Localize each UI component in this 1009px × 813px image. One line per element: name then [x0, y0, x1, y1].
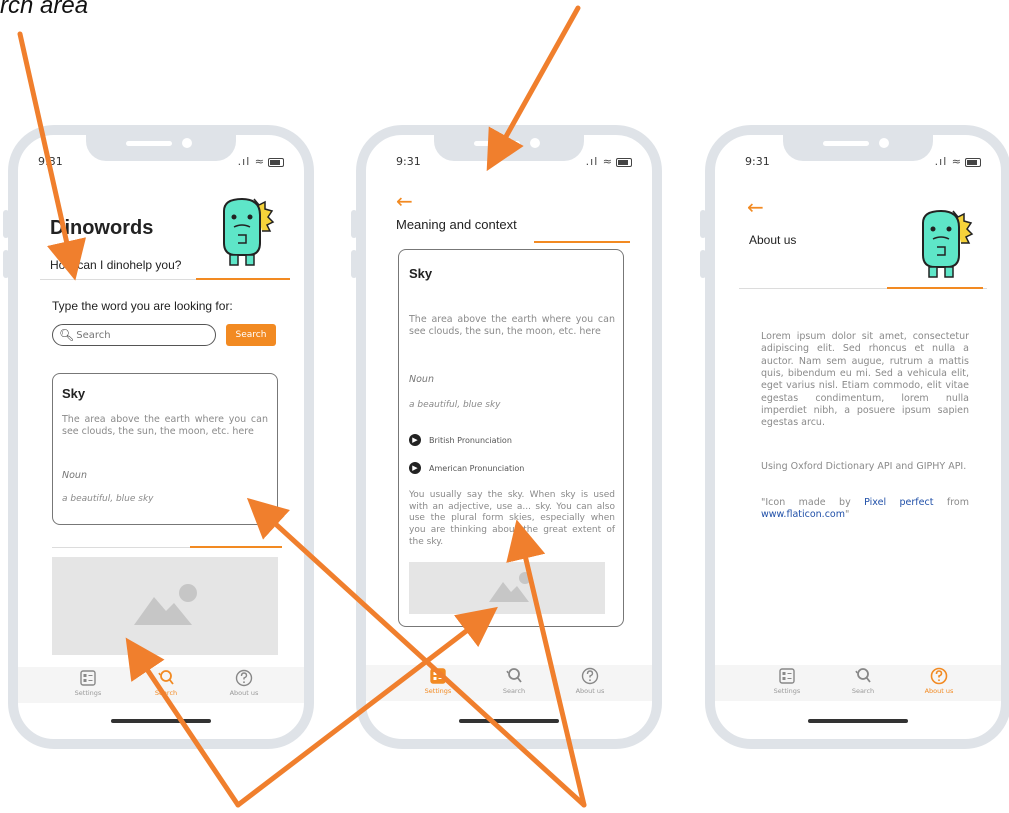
american-pronunciation-label: American Pronunciation: [429, 463, 525, 473]
usage-example: a beautiful, blue sky: [62, 494, 154, 504]
tab-settings-label: Settings: [74, 689, 102, 697]
british-pronunciation-label: British Pronunciation: [429, 435, 512, 445]
screen-title: About us: [749, 233, 797, 247]
tab-about-label: About us: [924, 687, 954, 695]
tab-search-label: Search: [851, 687, 875, 695]
british-pronunciation-button[interactable]: ▶ British Pronunciation: [409, 434, 512, 446]
status-time: 9:31: [745, 155, 770, 168]
word-definition: The area above the earth where you can s…: [409, 314, 615, 338]
word-title: Sky: [409, 266, 433, 281]
header-divider-accent: [534, 241, 630, 243]
bottom-tab-bar: Settings Search About us: [18, 667, 304, 703]
credit-suffix: ": [845, 509, 850, 521]
dino-mascot-icon: [922, 209, 974, 278]
part-of-speech: Noun: [62, 470, 87, 481]
tab-about-label: About us: [575, 687, 605, 695]
phone-notch: [434, 135, 584, 161]
home-indicator: [808, 719, 908, 723]
battery-icon: [268, 157, 284, 167]
app-title: Dinowords: [50, 217, 154, 239]
header-divider-accent: [887, 287, 983, 289]
tab-settings-label: Settings: [773, 687, 801, 695]
screen-title: Meaning and context: [396, 217, 517, 232]
search-tab-icon: [158, 670, 174, 685]
credit-prefix: "Icon made by: [761, 497, 865, 508]
phone-meaning-screen: 9:31 .ıl ≈ ← Meaning and context Sky The…: [356, 125, 662, 749]
tab-about-us[interactable]: About us: [214, 669, 274, 697]
settings-icon: [80, 670, 96, 686]
tab-about-us[interactable]: About us: [560, 667, 620, 695]
help-icon: [930, 667, 948, 685]
usage-context: You usually say the sky. When sky is use…: [409, 490, 615, 547]
search-input[interactable]: [76, 329, 207, 341]
help-icon: [235, 669, 253, 687]
tab-search[interactable]: Search: [833, 667, 893, 695]
image-placeholder-icon: [134, 584, 197, 625]
search-tab-icon: [506, 668, 522, 683]
battery-icon: [965, 157, 981, 167]
gif-image-placeholder: [409, 562, 605, 614]
usage-example: a beautiful, blue sky: [409, 400, 501, 410]
image-placeholder-icon: [489, 572, 531, 602]
tab-about-label: About us: [229, 689, 259, 697]
status-icons: .ıl ≈: [238, 155, 284, 168]
word-card[interactable]: Sky The area above the earth where you c…: [52, 373, 278, 525]
api-credits: Using Oxford Dictionary API and GIPHY AP…: [761, 461, 967, 472]
phone-search-screen: 9:31 .ıl ≈ Dinowords How can I dinohelp …: [8, 125, 314, 749]
search-button[interactable]: Search: [226, 324, 276, 346]
settings-icon: [430, 668, 446, 684]
icon-credits: "Icon made by Pixel perfect from www.fla…: [761, 497, 969, 522]
tab-search[interactable]: Search: [136, 669, 196, 697]
search-icon: 🔍︎: [59, 328, 75, 342]
tab-settings[interactable]: Settings: [757, 667, 817, 695]
tab-settings[interactable]: Settings: [408, 667, 468, 695]
pixel-perfect-link[interactable]: Pixel perfect: [864, 497, 933, 508]
word-definition: The area above the earth where you can s…: [62, 414, 268, 438]
settings-icon: [779, 668, 795, 684]
bottom-tab-bar: Settings Search About us: [715, 665, 1001, 701]
tab-search-label: Search: [154, 689, 178, 697]
tab-about-us[interactable]: About us: [909, 667, 969, 695]
back-arrow-icon[interactable]: ←: [747, 197, 764, 217]
caption-text: rch area: [0, 0, 89, 19]
help-icon: [581, 667, 599, 685]
status-icons: .ıl ≈: [586, 155, 632, 168]
section-divider-accent: [190, 546, 282, 548]
phone-notch: [86, 135, 236, 161]
home-indicator: [111, 719, 211, 723]
home-indicator: [459, 719, 559, 723]
meaning-card: Sky The area above the earth where you c…: [398, 249, 624, 627]
phone-notch: [783, 135, 933, 161]
speaker-icon: ▶: [409, 462, 421, 474]
phone-about-screen: 9:31 .ıl ≈ ← About us Lorem ipsum dolor …: [705, 125, 1009, 749]
flaticon-link[interactable]: www.flaticon.com: [761, 509, 845, 520]
tab-search-label: Search: [502, 687, 526, 695]
about-description: Lorem ipsum dolor sit amet, consectetur …: [761, 331, 969, 429]
search-tab-icon: [855, 668, 871, 683]
back-arrow-icon[interactable]: ←: [396, 191, 413, 211]
gif-image-placeholder: [52, 557, 278, 655]
credit-mid: from: [933, 497, 969, 508]
speaker-icon: ▶: [409, 434, 421, 446]
dino-mascot-icon: [223, 197, 275, 266]
app-subtitle: How can I dinohelp you?: [50, 258, 182, 272]
header-divider-accent: [196, 278, 290, 280]
tab-settings-label: Settings: [424, 687, 452, 695]
part-of-speech: Noun: [409, 374, 434, 385]
search-prompt: Type the word you are looking for:: [52, 299, 233, 313]
search-field[interactable]: 🔍︎: [52, 324, 216, 346]
status-icons: .ıl ≈: [935, 155, 981, 168]
word-title: Sky: [62, 386, 86, 401]
status-time: 9:31: [38, 155, 63, 168]
status-time: 9:31: [396, 155, 421, 168]
battery-icon: [616, 157, 632, 167]
bottom-tab-bar: Settings Search About us: [366, 665, 652, 701]
american-pronunciation-button[interactable]: ▶ American Pronunciation: [409, 462, 524, 474]
tab-settings[interactable]: Settings: [58, 669, 118, 697]
tab-search[interactable]: Search: [484, 667, 544, 695]
